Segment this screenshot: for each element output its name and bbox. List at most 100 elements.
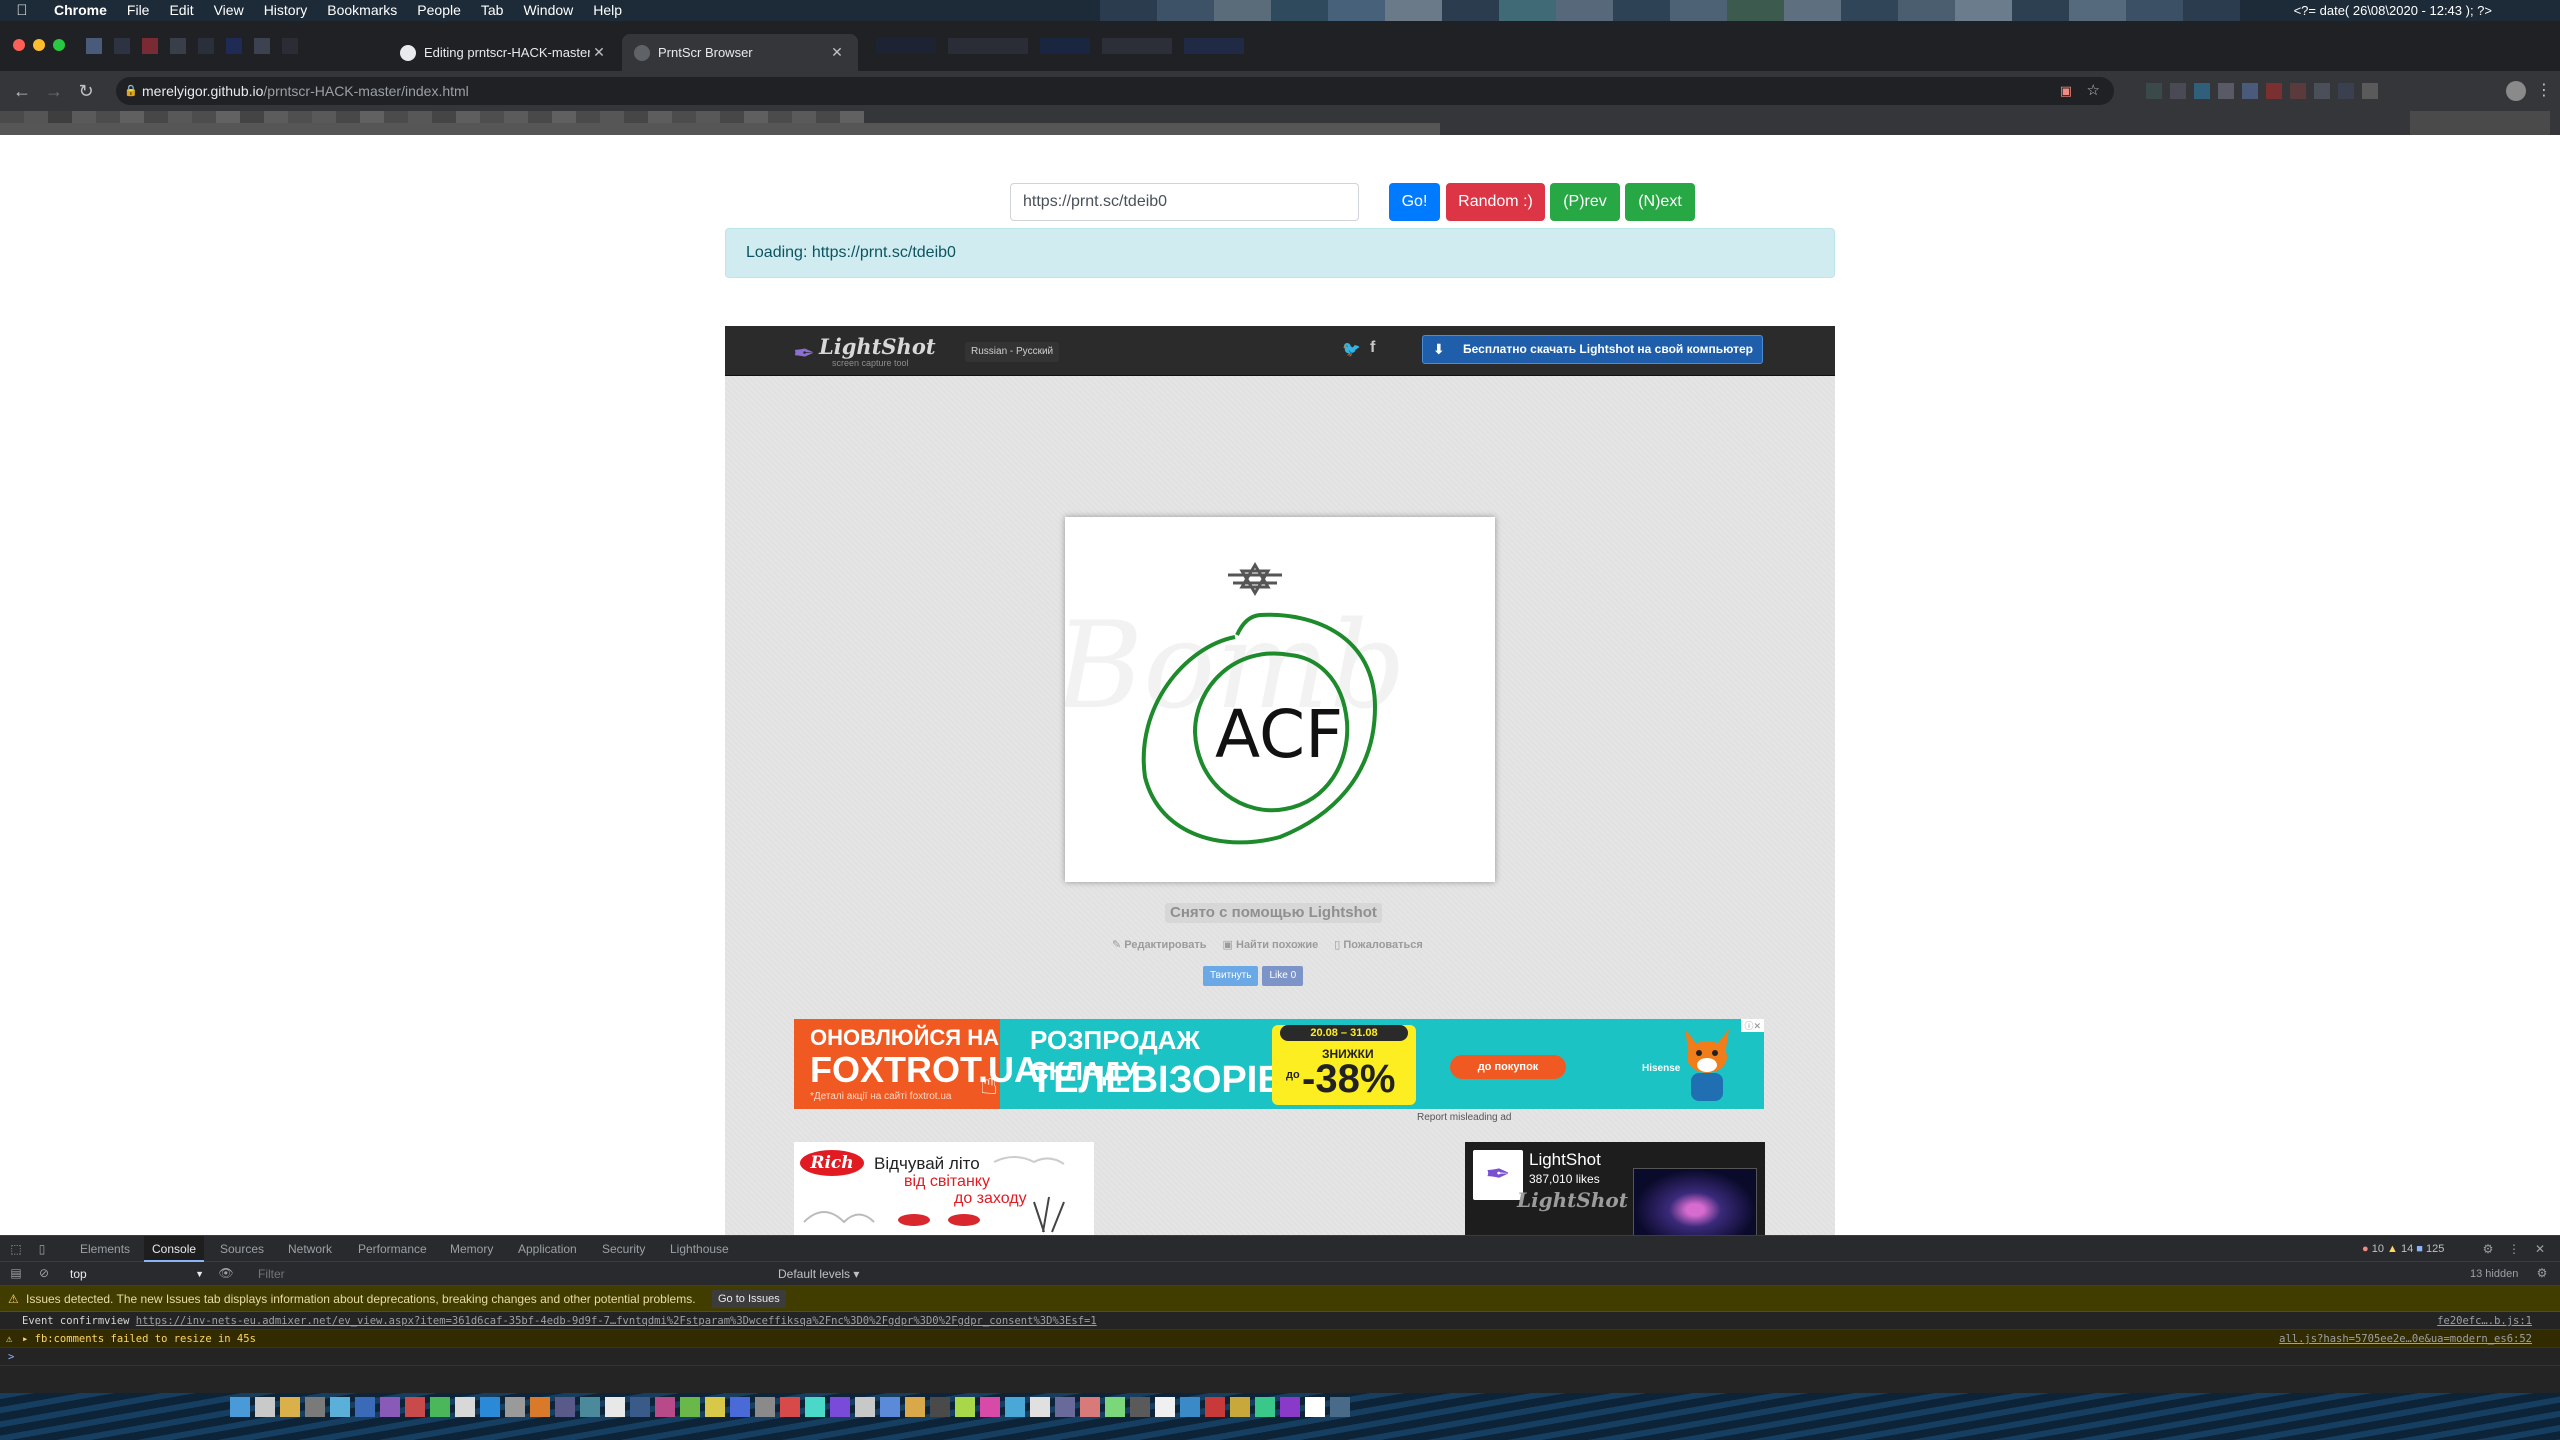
star-of-david-icon (1228, 562, 1282, 596)
prev-button[interactable]: (P)rev (1550, 183, 1620, 221)
console-settings-icon[interactable]: ⚙ (2534, 1265, 2550, 1281)
sidebar-toggle-icon[interactable]: ▤ (8, 1265, 24, 1281)
menu-chrome[interactable]: Chrome (44, 0, 117, 21)
tab-sources[interactable]: Sources (212, 1236, 272, 1262)
tab-title: PrntScr Browser (658, 45, 753, 60)
edit-link[interactable]: ✎ Редактировать (1112, 938, 1207, 951)
ad-brand-logo: Hisense (1642, 1063, 1681, 1074)
find-similar-link[interactable]: ▣ Найти похожие (1223, 938, 1319, 951)
feather-logo-icon: ✒ (793, 338, 815, 368)
prnt-url-input[interactable] (1010, 183, 1359, 221)
log-link[interactable]: https://inv-nets-eu.admixer.net/ev_view.… (136, 1315, 1097, 1327)
dock-icons-pixelated[interactable] (230, 1397, 1355, 1417)
fb-page-name[interactable]: LightShot (1529, 1150, 1601, 1170)
go-button[interactable]: Go! (1389, 183, 1440, 221)
console-warning-row[interactable]: ⚠ ▸ fb:comments failed to resize in 45s … (0, 1330, 2560, 1348)
tab-performance[interactable]: Performance (350, 1236, 435, 1262)
tab-editing-repo[interactable]: Editing prntscr-HACK-master/i ✕ (388, 34, 620, 71)
minimize-window-button[interactable] (33, 39, 45, 51)
reload-icon[interactable]: ↻ (74, 79, 98, 103)
ad-headline: РОЗПРОДАЖ СКЛАДУ ТЕЛЕВІЗОРІВ (1000, 1019, 1300, 1109)
tab-network[interactable]: Network (280, 1236, 340, 1262)
device-toolbar-icon[interactable]: ▯ (34, 1241, 50, 1257)
desktop-background (0, 1393, 2560, 1440)
random-button[interactable]: Random :) (1446, 183, 1545, 221)
address-bar[interactable]: 🔒 merelyigor.github.io/prntscr-HACK-mast… (116, 77, 2114, 105)
close-window-button[interactable] (13, 39, 25, 51)
menu-tab[interactable]: Tab (471, 0, 514, 21)
foxtrot-ad-banner[interactable]: ОНОВЛЮЙСЯ НА FOXTROT.UA *Деталі акції на… (794, 1019, 1764, 1109)
log-source-link[interactable]: fe20efc….b.js:1 (2437, 1312, 2532, 1329)
console-prompt[interactable]: > (0, 1348, 2560, 1366)
close-tab-icon[interactable]: ✕ (590, 44, 608, 61)
console-filter-input[interactable] (250, 1265, 750, 1283)
lightshot-logo[interactable]: LightShot (819, 334, 936, 359)
log-levels-dropdown[interactable]: Default levels ▾ (778, 1265, 859, 1283)
page-action-icon[interactable]: ▣ (2060, 77, 2072, 105)
menu-file[interactable]: File (117, 0, 160, 21)
extension-icons-pixelated[interactable] (2146, 83, 2386, 99)
tab-lighthouse[interactable]: Lighthouse (662, 1236, 737, 1262)
tweet-button[interactable]: Твитнуть (1203, 966, 1259, 986)
settings-gear-icon[interactable]: ⚙ (2480, 1241, 2496, 1257)
close-devtools-icon[interactable]: ✕ (2532, 1241, 2548, 1257)
menu-edit[interactable]: Edit (159, 0, 203, 21)
tab-application[interactable]: Application (510, 1236, 585, 1262)
go-to-issues-button[interactable]: Go to Issues (712, 1290, 786, 1308)
other-tabs-pixelated[interactable] (870, 34, 1250, 58)
facebook-icon[interactable]: f (1370, 339, 1375, 357)
tab-elements[interactable]: Elements (72, 1236, 138, 1262)
menu-help[interactable]: Help (583, 0, 632, 21)
screenshot-drawing: Bomb ACF (1065, 562, 1406, 845)
screenshot-image[interactable]: Bomb ACF (1065, 517, 1495, 882)
ad-cta-button[interactable]: до покупок (1450, 1055, 1566, 1079)
menu-view[interactable]: View (204, 0, 254, 21)
bookmark-star-icon[interactable]: ☆ (2087, 77, 2100, 105)
report-link[interactable]: ▯ Пожаловаться (1334, 938, 1423, 951)
rich-ad[interactable]: Rich Відчувай літо від світанку до заход… (794, 1142, 1094, 1235)
inspect-element-icon[interactable]: ⬚ (8, 1241, 24, 1257)
zoom-window-button[interactable] (53, 39, 65, 51)
twitter-icon[interactable]: 🐦 (1342, 340, 1361, 358)
edit-label: Редактировать (1124, 939, 1207, 951)
ad-headline2: ТЕЛЕВІЗОРІВ (1030, 1059, 1285, 1101)
forward-icon[interactable]: → (42, 79, 66, 103)
lightshot-facebook-page-widget[interactable]: ✒ LightShot 387,010 likes LightShot (1465, 1142, 1765, 1235)
menu-history[interactable]: History (254, 0, 318, 21)
ad-line3: *Деталі акції на сайті foxtrot.ua (810, 1091, 952, 1102)
menu-people[interactable]: People (407, 0, 471, 21)
tab-security[interactable]: Security (594, 1236, 653, 1262)
lock-icon[interactable]: 🔒 (124, 77, 138, 105)
menu-bookmarks[interactable]: Bookmarks (317, 0, 407, 21)
back-icon[interactable]: ← (10, 79, 34, 103)
download-icon: ⬇ (1433, 341, 1445, 357)
tab-prntscr-browser[interactable]: PrntScr Browser ✕ (622, 34, 858, 71)
find-similar-label: Найти похожие (1236, 939, 1319, 951)
live-expression-eye-icon[interactable]: 👁 (218, 1265, 234, 1281)
ad-close-icon[interactable]: ⓘ✕ (1741, 1019, 1764, 1032)
menu-window[interactable]: Window (513, 0, 583, 21)
console-message-counts[interactable]: ● 10 ▲ 14 ■ 125 (2362, 1236, 2444, 1262)
tab-console[interactable]: Console (144, 1236, 205, 1262)
report-label: Пожаловаться (1343, 939, 1423, 951)
next-button[interactable]: (N)ext (1625, 183, 1695, 221)
close-tab-icon[interactable]: ✕ (828, 44, 846, 61)
context-selector[interactable]: top ▼ (70, 1265, 204, 1283)
more-menu-icon[interactable]: ⋮ (2534, 81, 2554, 101)
apple-menu-icon[interactable]:  (0, 2, 44, 19)
lightshot-caption: Снято с помощью Lightshot (1165, 903, 1382, 923)
download-label: Бесплатно скачать Lightshot на свой комп… (1463, 342, 1753, 356)
tab-memory[interactable]: Memory (442, 1236, 501, 1262)
profile-icon[interactable] (2506, 81, 2526, 101)
clear-console-icon[interactable]: ⊘ (36, 1265, 52, 1281)
fox-mascot-icon (1685, 1029, 1729, 1101)
facebook-like-button[interactable]: Like 0 (1262, 966, 1304, 986)
devtools-more-icon[interactable]: ⋮ (2506, 1241, 2522, 1257)
pointer-hand-icon: ☝ (980, 1068, 999, 1101)
pinned-tabs-pixelated[interactable] (80, 34, 304, 58)
download-lightshot-button[interactable]: ⬇ Бесплатно скачать Lightshot на свой ко… (1422, 335, 1763, 364)
log-source-link[interactable]: all.js?hash=5705ee2e…0e&ua=modern_es6:52 (2279, 1330, 2532, 1347)
language-select[interactable]: Russian - Русский (965, 342, 1060, 362)
report-misleading-ad-link[interactable]: Report misleading ad (1417, 1112, 1512, 1123)
other-bookmarks-pixelated[interactable] (2410, 111, 2550, 135)
